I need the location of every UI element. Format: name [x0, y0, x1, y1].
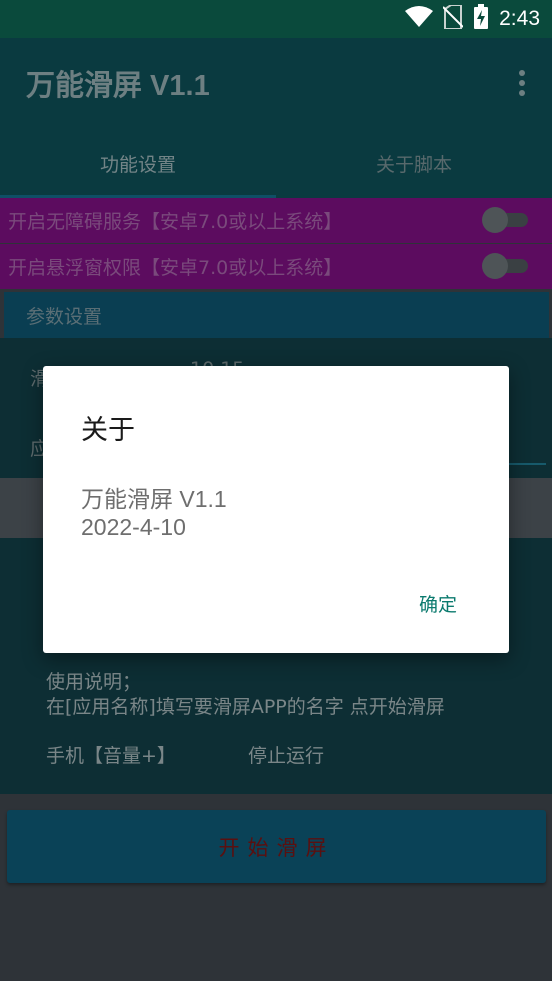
start-swipe-button[interactable]: 开始滑屏 [7, 810, 546, 883]
dialog-date: 2022-4-10 [81, 514, 186, 540]
hotkey-label: 手机【音量+】 [46, 745, 176, 767]
battery-charging-icon [473, 3, 489, 35]
dialog-title: 关于 [81, 415, 135, 446]
app-bar: 万能滑屏 V1.1 [0, 38, 552, 128]
ok-button[interactable]: 确定 [419, 590, 457, 617]
overlay-switch-row[interactable]: 开启悬浮窗权限【安卓7.0或以上系统】 [0, 244, 552, 289]
tab-about-script[interactable]: 关于脚本 [276, 128, 552, 198]
accessibility-switch-label: 开启无障碍服务【安卓7.0或以上系统】 [8, 211, 343, 233]
clock: 2:43 [499, 7, 540, 30]
status-bar: 2:43 [0, 0, 552, 38]
tab-bar: 功能设置 关于脚本 [0, 128, 552, 198]
about-dialog: 关于 万能滑屏 V1.1 2022-4-10 确定 [43, 366, 509, 653]
tab-function-settings[interactable]: 功能设置 [0, 128, 276, 198]
instructions-line1: 使用说明； [46, 671, 142, 693]
app-title: 万能滑屏 V1.1 [26, 70, 210, 102]
params-header: 参数设置 [4, 292, 549, 338]
instructions-line2: 在[应用名称]填写要滑屏APP的名字 点开始滑屏 [46, 696, 445, 718]
no-sim-icon [442, 3, 464, 34]
dialog-app-version: 万能滑屏 V1.1 [81, 486, 227, 512]
overlay-switch-label: 开启悬浮窗权限【安卓7.0或以上系统】 [8, 257, 343, 279]
more-vert-icon[interactable] [518, 70, 526, 96]
accessibility-switch-row[interactable]: 开启无障碍服务【安卓7.0或以上系统】 [0, 198, 552, 243]
accessibility-toggle[interactable] [482, 207, 532, 233]
wifi-icon [405, 5, 434, 33]
hotkey-action: 停止运行 [248, 745, 325, 767]
overlay-toggle[interactable] [482, 253, 532, 279]
